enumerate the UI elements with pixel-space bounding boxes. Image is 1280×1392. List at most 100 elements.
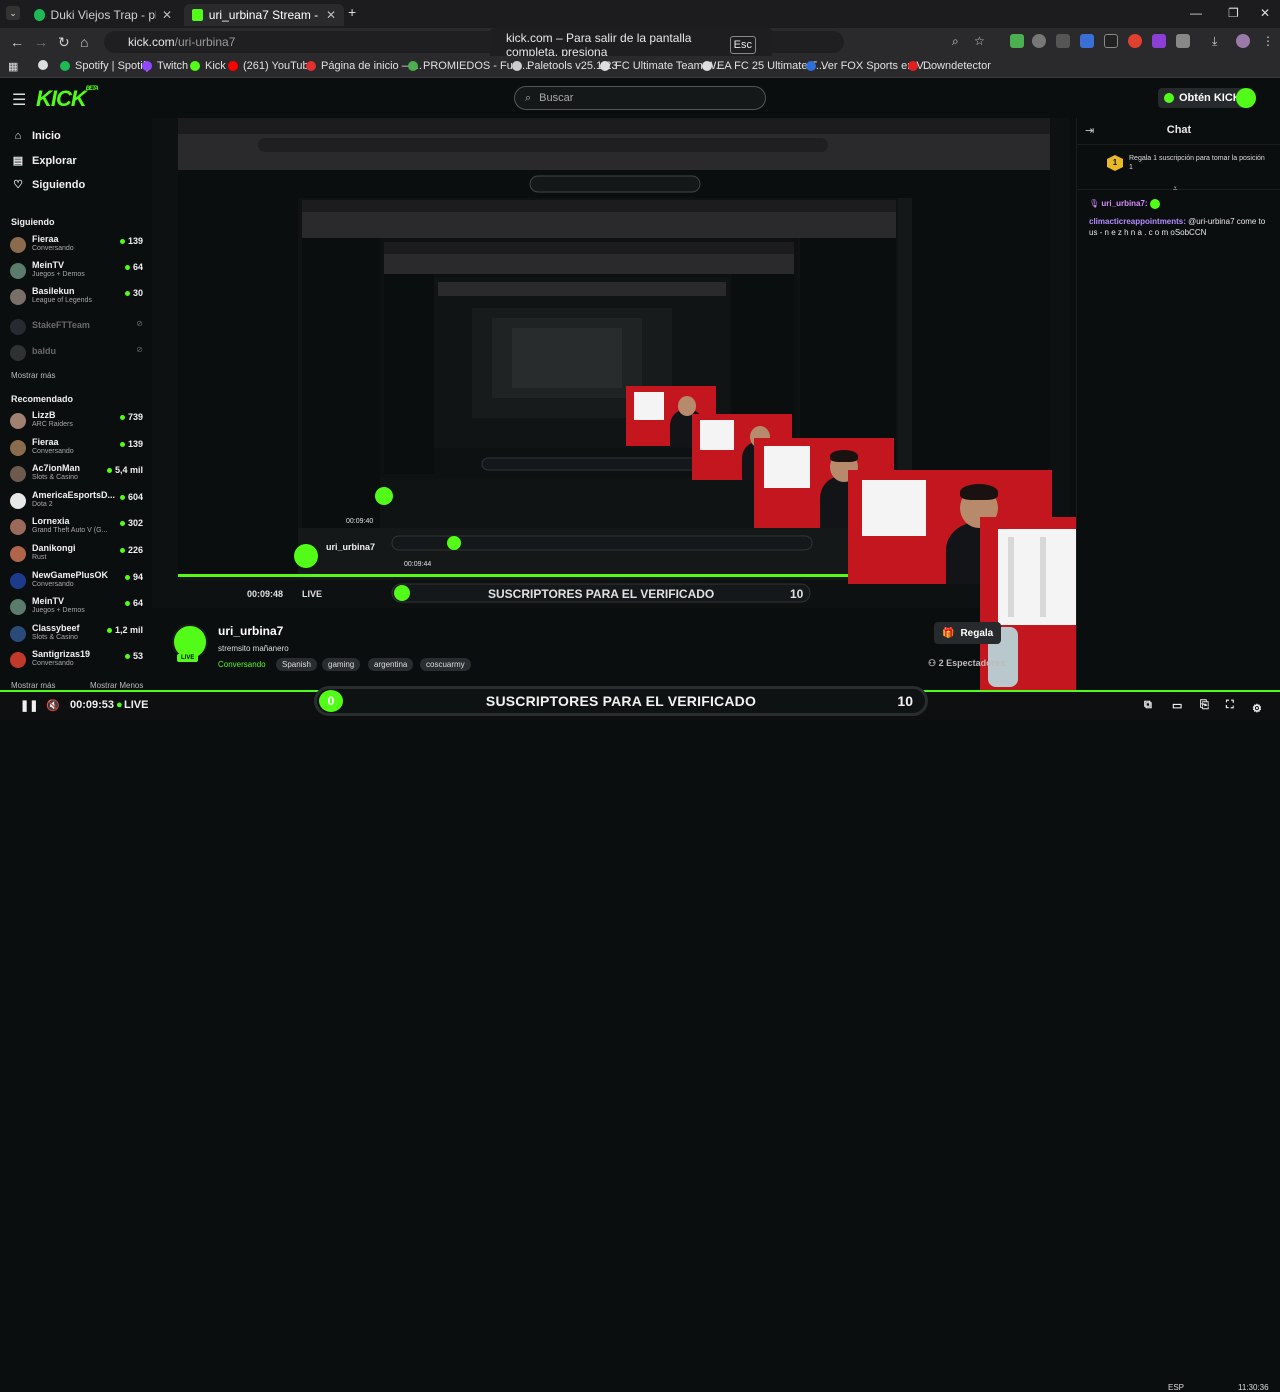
recommended-channel[interactable]: LizzB ARC Raiders 739 bbox=[10, 410, 146, 432]
kick-emote-icon bbox=[1149, 198, 1160, 209]
offline-channel-baldu[interactable]: baldu ⊘ bbox=[10, 342, 146, 364]
kick-logo[interactable]: KICKBETA bbox=[36, 86, 99, 112]
recommended-channel[interactable]: Ac7ionMan Slots & Casino 5,4 mil bbox=[10, 463, 146, 485]
download-icon[interactable]: ⤓ bbox=[1212, 34, 1217, 49]
bookmark-twitch[interactable]: Twitch bbox=[142, 60, 188, 72]
stream-tag[interactable]: coscuarmy bbox=[420, 658, 471, 671]
close-icon[interactable]: ✕ bbox=[162, 8, 172, 22]
home-icon[interactable]: ⌂ bbox=[80, 34, 88, 50]
pinned-text: Regala 1 suscripción para tomar la posic… bbox=[1129, 155, 1265, 171]
search-icon: ⌕ bbox=[525, 91, 532, 104]
pinned-gift-banner[interactable]: 1 Regala 1 suscripción para tomar la pos… bbox=[1077, 144, 1280, 190]
bookmark-label: Downdetector bbox=[923, 60, 991, 72]
bookmark-spotify[interactable]: Spotify | Spotify bbox=[60, 60, 151, 72]
tab-spotify[interactable]: Duki Viejos Trap - playlist by Al ✕ bbox=[26, 4, 180, 26]
stream-tag[interactable]: gaming bbox=[322, 658, 361, 671]
extension-icon[interactable] bbox=[1152, 34, 1166, 48]
bookmark-inicio[interactable]: Página de inicio —... bbox=[306, 60, 422, 72]
extension-icon[interactable] bbox=[1104, 34, 1118, 48]
maximize-button[interactable]: ❐ bbox=[1228, 6, 1239, 20]
video-player[interactable]: SUSCRIPTORES PARA EL VERIFICADO 10 00:09… bbox=[152, 118, 1070, 608]
avatar bbox=[10, 573, 26, 589]
nav-inicio[interactable]: ⌂ Inicio bbox=[12, 130, 61, 142]
bookmark-downdetector[interactable]: Downdetector bbox=[908, 60, 991, 72]
tab-kick[interactable]: uri_urbina7 Stream - Watch Live ✕ bbox=[184, 4, 344, 26]
chat-username[interactable]: uri_urbina7: bbox=[1101, 199, 1147, 208]
minimize-button[interactable]: — bbox=[1190, 6, 1202, 20]
recommended-channel[interactable]: Danikongi Rust 226 bbox=[10, 543, 146, 565]
fullscreen-icon[interactable]: ⛶ bbox=[1226, 699, 1234, 712]
channel-name: Santigrizas19 bbox=[32, 649, 91, 659]
user-avatar[interactable] bbox=[1236, 88, 1256, 108]
search-placeholder: Buscar bbox=[539, 92, 574, 104]
chat-username[interactable]: climacticreappointments: bbox=[1089, 217, 1186, 226]
extension-icon[interactable] bbox=[1128, 34, 1142, 48]
following-channel-meintv[interactable]: MeinTV Juegos + Demos 64 bbox=[10, 260, 146, 282]
profile-icon[interactable] bbox=[1236, 34, 1250, 48]
bookmark-kick[interactable]: Kick bbox=[190, 60, 226, 72]
extension-icon[interactable] bbox=[1080, 34, 1094, 48]
reload-icon[interactable]: ↻ bbox=[58, 34, 70, 51]
recommended-channel[interactable]: AmericaEsportsD... Dota 2 604 bbox=[10, 490, 146, 512]
extension-icon[interactable] bbox=[1010, 34, 1024, 48]
stream-tag[interactable]: Spanish bbox=[276, 658, 317, 671]
streamer-name[interactable]: uri_urbina7 bbox=[218, 624, 283, 638]
channel-category: Conversando bbox=[32, 245, 74, 252]
spotify-icon bbox=[34, 9, 45, 21]
clip-icon[interactable]: ⎘ bbox=[1200, 699, 1209, 712]
channel-name: baldu bbox=[32, 346, 56, 356]
recommended-channel[interactable]: MeinTV Juegos + Demos 64 bbox=[10, 596, 146, 618]
recommended-channel[interactable]: Classybeef Slots & Casino 1,2 mil bbox=[10, 623, 146, 645]
live-badge: LIVE bbox=[177, 654, 199, 662]
channel-name: AmericaEsportsD... bbox=[32, 490, 116, 500]
bookmark-icon bbox=[408, 61, 418, 71]
close-icon[interactable]: ✕ bbox=[326, 8, 336, 22]
forward-icon[interactable]: → bbox=[34, 34, 48, 50]
bookmark-star-icon[interactable]: ☆ bbox=[974, 34, 985, 48]
show-more-recommended[interactable]: Mostrar más bbox=[11, 681, 55, 690]
channel-name: Lornexia bbox=[32, 516, 70, 526]
bookmark-icon[interactable] bbox=[38, 60, 48, 70]
tab-search-icon[interactable]: ⌄ bbox=[6, 6, 20, 20]
kick-header: ☰ KICKBETA ⌕ Buscar Obtén KICKs bbox=[0, 78, 1280, 118]
close-window-button[interactable]: ✕ bbox=[1260, 6, 1270, 20]
stream-category[interactable]: Conversando bbox=[218, 660, 266, 669]
channel-name: Ac7ionMan bbox=[32, 463, 81, 473]
extension-icon[interactable] bbox=[1032, 34, 1046, 48]
theater-mode-icon[interactable]: ▭ bbox=[1172, 699, 1182, 712]
new-tab-button[interactable]: + bbox=[348, 4, 356, 20]
stream-tag[interactable]: argentina bbox=[368, 658, 414, 671]
show-less-recommended[interactable]: Mostrar Menos bbox=[90, 681, 143, 690]
expand-pinned-icon[interactable]: ⩡ bbox=[1173, 184, 1178, 194]
mute-icon[interactable]: 🔇 bbox=[46, 699, 60, 712]
recommended-channel[interactable]: Lornexia Grand Theft Auto V (G... 302 bbox=[10, 516, 146, 538]
gift-sub-button[interactable]: 🎁 Regala bbox=[934, 622, 1002, 644]
settings-gear-icon[interactable]: ⚙ bbox=[1252, 702, 1262, 715]
recommended-channel[interactable]: Santigrizas19 Conversando 53 bbox=[10, 649, 146, 671]
channel-category: Dota 2 bbox=[32, 501, 53, 508]
show-more-following[interactable]: Mostrar más bbox=[11, 371, 55, 380]
avatar bbox=[10, 546, 26, 562]
puzzle-icon[interactable] bbox=[1176, 34, 1190, 48]
menu-icon[interactable]: ⋮ bbox=[1262, 34, 1274, 48]
recommended-channel[interactable]: Fieraa Conversando 139 bbox=[10, 437, 146, 459]
picture-in-picture-icon[interactable]: ⧉ bbox=[1144, 699, 1152, 712]
nav-explorar[interactable]: ▤ Explorar bbox=[12, 154, 77, 168]
bookmark-label: Spotify | Spotify bbox=[75, 60, 152, 72]
offline-channel-stakefteam[interactable]: StakeFTTeam ⊘ bbox=[10, 316, 146, 338]
back-icon[interactable]: ← bbox=[10, 34, 24, 50]
extension-icon[interactable] bbox=[1056, 34, 1070, 48]
following-channel-fieraa[interactable]: Fieraa Conversando 139 bbox=[10, 234, 146, 256]
search-input[interactable]: ⌕ Buscar bbox=[514, 86, 766, 110]
following-channel-basilekun[interactable]: Basilekun League of Legends 30 bbox=[10, 286, 146, 308]
bookmark-youtube[interactable]: (261) YouTube bbox=[228, 60, 315, 72]
nav-siguiendo[interactable]: ♡ Siguiendo bbox=[12, 178, 85, 192]
hamburger-menu-icon[interactable]: ☰ bbox=[12, 90, 26, 110]
bookmark-icon bbox=[806, 61, 816, 71]
apps-icon[interactable]: ▦ bbox=[8, 60, 18, 73]
recommended-channel[interactable]: NewGamePlusOK Conversando 94 bbox=[10, 570, 146, 592]
zoom-icon[interactable]: ⌕ bbox=[952, 34, 959, 49]
viewer-count: 5,4 mil bbox=[107, 465, 143, 475]
live-dot-icon: ● bbox=[116, 699, 123, 711]
pause-icon[interactable]: ❚❚ bbox=[20, 699, 38, 712]
